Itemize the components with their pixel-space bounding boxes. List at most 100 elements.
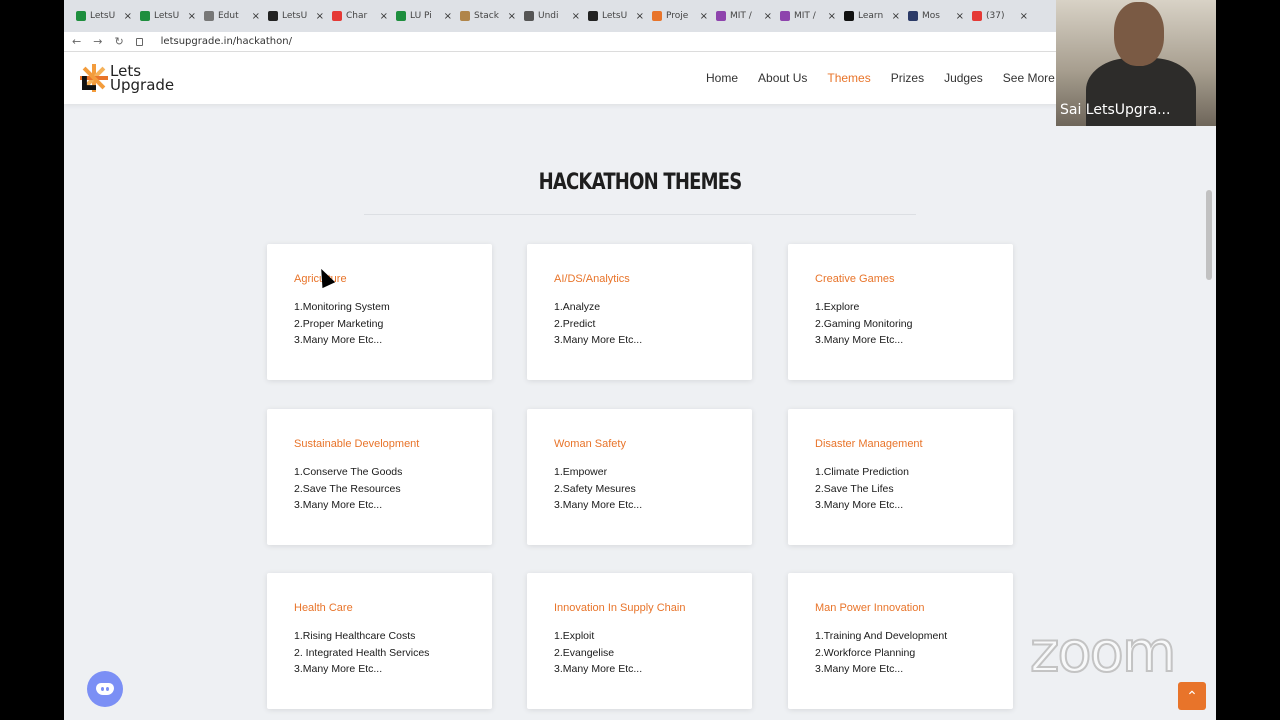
tab-close-icon[interactable]: × [252, 11, 260, 22]
menu-see-more[interactable]: See More [1003, 71, 1055, 85]
tab-title: Char [346, 11, 368, 21]
forward-icon[interactable]: → [93, 35, 102, 48]
browser-tab[interactable]: LetsU × [264, 4, 328, 28]
tab-strip: LetsU × LetsU × Edut × LetsU × Char × LU Pi × Stack ×… [64, 0, 1056, 32]
back-icon[interactable]: ← [72, 35, 81, 48]
theme-item: 3.Many More Etc... [815, 663, 904, 675]
browser-tab[interactable]: MIT / × [776, 4, 840, 28]
theme-title: AI/DS/Analytics [554, 273, 630, 285]
menu-home[interactable]: Home [706, 71, 738, 85]
theme-card[interactable]: Agriculture 1.Monitoring System 2.Proper M… [267, 244, 492, 380]
url-text[interactable]: letsupgrade.in/hackathon/ [161, 36, 292, 47]
theme-item: 3.Many More Etc... [294, 663, 383, 675]
theme-item: 2.Save The Lifes [815, 482, 894, 495]
logo-icon [80, 64, 108, 92]
tab-close-icon[interactable]: × [1020, 11, 1028, 22]
theme-item: 2.Evangelise [554, 646, 615, 659]
theme-item: 2. Integrated Health Services [294, 646, 430, 659]
browser-tab[interactable]: Edut × [200, 4, 264, 28]
theme-item: 1.Analyze [554, 301, 601, 313]
zoom-watermark: zoom [1029, 619, 1177, 686]
tab-close-icon[interactable]: × [508, 11, 516, 22]
lock-icon [135, 37, 143, 46]
browser-tab[interactable]: Stack × [456, 4, 520, 28]
tab-favicon-icon [204, 11, 214, 21]
tab-close-icon[interactable]: × [828, 11, 836, 22]
tab-close-icon[interactable]: × [956, 11, 964, 22]
tab-close-icon[interactable]: × [892, 11, 900, 22]
menu-about-us[interactable]: About Us [758, 71, 807, 85]
tab-favicon-icon [588, 11, 598, 21]
theme-item: 1.Rising Healthcare Costs [294, 630, 416, 642]
browser-tab[interactable]: Undi × [520, 4, 584, 28]
tab-favicon-icon [972, 11, 982, 21]
browser-tab[interactable]: Char × [328, 4, 392, 28]
scroll-to-top-button[interactable]: ⌃ [1178, 682, 1206, 710]
theme-item: 2.Predict [554, 317, 596, 330]
tab-title: MIT / [730, 11, 752, 21]
menu-judges[interactable]: Judges [944, 71, 983, 85]
tab-title: LetsU [154, 11, 180, 21]
theme-card[interactable]: Innovation In Supply Chain 1.Exploit 2.Eva… [527, 573, 752, 709]
browser-tab[interactable]: LU Pi × [392, 4, 456, 28]
section-title: HACKATHON THEMES [538, 170, 743, 195]
tab-title: LetsU [90, 11, 116, 21]
theme-card[interactable]: AI/DS/Analytics 1.Analyze 2.Predict 3.Many … [527, 244, 752, 380]
tab-title: LetsU [602, 11, 628, 21]
theme-card[interactable]: Disaster Management 1.Climate Prediction 2… [788, 409, 1013, 545]
tab-title: Edut [218, 11, 239, 21]
theme-item: 1.Empower [554, 466, 608, 478]
tab-close-icon[interactable]: × [764, 11, 772, 22]
theme-title: Creative Games [815, 273, 895, 285]
theme-card[interactable]: Creative Games 1.Explore 2.Gaming Monitori… [788, 244, 1013, 380]
tab-favicon-icon [780, 11, 790, 21]
theme-card[interactable]: Woman Safety 1.Empower 2.Safety Mesures 3.M… [527, 409, 752, 545]
theme-card[interactable]: Health Care 1.Rising Healthcare Costs 2. I… [267, 573, 492, 709]
tab-favicon-icon [76, 11, 86, 21]
theme-item: 1.Exploit [554, 630, 595, 642]
title-divider [364, 214, 916, 215]
tab-close-icon[interactable]: × [636, 11, 644, 22]
theme-item: 1.Explore [815, 301, 860, 313]
address-bar[interactable]: ← → ↻ letsupgrade.in/hackathon/ [64, 32, 1056, 52]
reload-icon[interactable]: ↻ [114, 35, 123, 48]
theme-item: 3.Many More Etc... [815, 499, 904, 511]
theme-item: 1.Training And Development [815, 630, 948, 642]
theme-item: 3.Many More Etc... [554, 663, 643, 675]
browser-tab[interactable]: LetsU × [584, 4, 648, 28]
tab-close-icon[interactable]: × [444, 11, 452, 22]
browser-tab[interactable]: Mos × [904, 4, 968, 28]
theme-title: Sustainable Development [294, 438, 420, 450]
menu-themes[interactable]: Themes [827, 71, 870, 85]
browser-tab[interactable]: Proje × [648, 4, 712, 28]
browser-tab[interactable]: (37) × [968, 4, 1032, 28]
tab-favicon-icon [140, 11, 150, 21]
browser-tab[interactable]: MIT / × [712, 4, 776, 28]
logo-line-2: Upgrade [110, 76, 175, 94]
theme-card[interactable]: Man Power Innovation 1.Training And Devel… [788, 573, 1013, 709]
browser-tab[interactable]: LetsU × [136, 4, 200, 28]
tab-title: (37) [986, 11, 1005, 21]
menu-prizes[interactable]: Prizes [891, 71, 924, 85]
tab-favicon-icon [460, 11, 470, 21]
tab-close-icon[interactable]: × [700, 11, 708, 22]
letsupgrade-logo[interactable]: Lets Upgrade [80, 64, 175, 94]
tab-close-icon[interactable]: × [572, 11, 580, 22]
theme-title: Man Power Innovation [815, 602, 925, 614]
tab-close-icon[interactable]: × [124, 11, 132, 22]
participant-name: Sai LetsUpgra... [1060, 102, 1171, 118]
tab-close-icon[interactable]: × [188, 11, 196, 22]
browser-window: LetsU × LetsU × Edut × LetsU × Char × LU Pi × Stack ×… [64, 0, 1216, 720]
theme-item: 1.Climate Prediction [815, 466, 909, 478]
discord-icon[interactable] [87, 671, 123, 707]
tab-title: Undi [538, 11, 559, 21]
theme-card[interactable]: Sustainable Development 1.Conserve The Go… [267, 409, 492, 545]
theme-title: Innovation In Supply Chain [554, 602, 686, 614]
theme-item: 3.Many More Etc... [294, 334, 383, 346]
scrollbar[interactable] [1206, 190, 1212, 280]
tab-close-icon[interactable]: × [316, 11, 324, 22]
browser-tab[interactable]: LetsU × [72, 4, 136, 28]
tab-title: Proje [666, 11, 689, 21]
browser-tab[interactable]: Learn × [840, 4, 904, 28]
tab-close-icon[interactable]: × [380, 11, 388, 22]
